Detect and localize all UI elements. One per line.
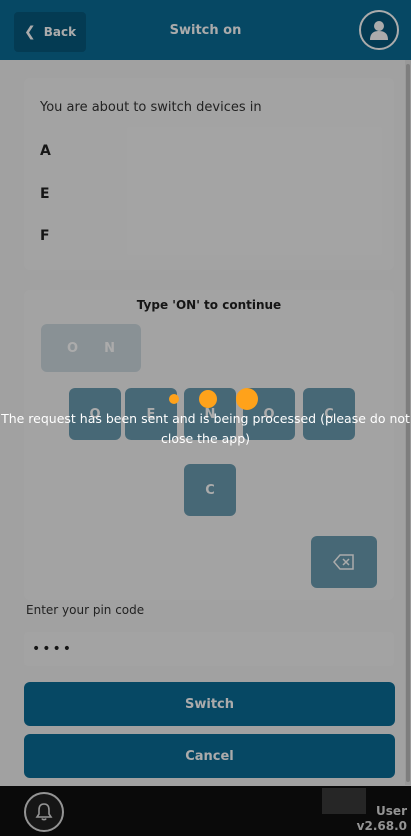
loading-dot-icon [236,388,258,410]
loading-dot-icon [169,394,179,404]
processing-message: The request has been sent and is being p… [1,411,410,446]
loading-dot-icon [199,390,217,408]
processing-overlay: The request has been sent and is being p… [0,0,411,836]
